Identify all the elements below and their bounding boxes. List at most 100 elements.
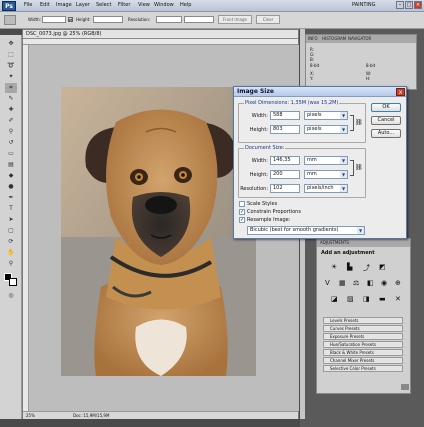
resolution-field[interactable] — [156, 16, 182, 23]
blur-tool-icon[interactable]: ◆ — [5, 171, 17, 181]
constrain-proportions-label: Constrain Proportions — [247, 209, 301, 215]
resample-image-checkbox[interactable]: ✓ — [239, 217, 245, 223]
auto-button[interactable]: Auto... — [371, 129, 401, 138]
resolution-unit-select[interactable] — [184, 16, 214, 23]
zoom-tool-icon[interactable]: ⚲ — [5, 259, 17, 269]
move-tool-icon[interactable]: ✥ — [5, 39, 17, 49]
channel-mixer-icon[interactable]: ⊕ — [395, 279, 401, 287]
link-chain-icon: ⛓ — [355, 119, 363, 126]
clone-stamp-tool-icon[interactable]: ⚲ — [5, 127, 17, 137]
swap-icon[interactable]: ⇄ — [68, 17, 73, 22]
px-width-input[interactable]: 588 — [270, 111, 300, 120]
threshold-icon[interactable]: ◨ — [363, 295, 370, 303]
height-field[interactable] — [93, 16, 123, 23]
px-height-unit-select[interactable]: pixels ▼ — [304, 125, 348, 134]
curves-presets[interactable]: Curves Presets — [323, 325, 403, 332]
vibrance-icon[interactable]: V — [325, 279, 330, 287]
levels-presets[interactable]: Levels Presets — [323, 317, 403, 324]
workspace-switcher[interactable]: PAINTING — [352, 1, 396, 10]
exposure-icon[interactable]: ◩ — [379, 263, 386, 271]
levels-icon[interactable]: ▙ — [347, 263, 352, 271]
black-white-icon[interactable]: ◧ — [367, 279, 374, 287]
path-selection-tool-icon[interactable]: ➤ — [5, 215, 17, 225]
hue-saturation-presets[interactable]: Hue/Saturation Presets — [323, 341, 403, 348]
resample-method-select[interactable]: Bicubic (best for smooth gradients) ▼ — [247, 226, 365, 235]
resolution-unit-select[interactable]: pixels/inch ▼ — [304, 184, 348, 193]
maximize-icon[interactable]: □ — [405, 1, 413, 9]
pen-tool-icon[interactable]: ✒ — [5, 193, 17, 203]
gradient-tool-icon[interactable]: ▤ — [5, 160, 17, 170]
menu-help[interactable]: Help — [180, 2, 191, 8]
brush-tool-icon[interactable]: ✐ — [5, 116, 17, 126]
scale-styles-checkbox[interactable] — [239, 201, 245, 207]
menu-filter[interactable]: Filter — [118, 2, 130, 8]
px-height-input[interactable]: 803 — [270, 125, 300, 134]
hue-saturation-icon[interactable]: ▦ — [339, 279, 346, 287]
pixel-dimensions-label: Pixel Dimensions: 1,35M (was 15,2M) — [244, 100, 340, 106]
posterize-icon[interactable]: ▨ — [347, 295, 354, 303]
menu-select[interactable]: Select — [96, 2, 111, 8]
selective-color-icon[interactable]: ✕ — [395, 295, 401, 303]
eyedropper-tool-icon[interactable]: ✎ — [5, 94, 17, 104]
clear-button[interactable]: Clear — [256, 15, 280, 24]
doc-width-unit-select[interactable]: mm ▼ — [304, 156, 348, 165]
3d-rotate-tool-icon[interactable]: ⟳ — [5, 237, 17, 247]
brightness-icon[interactable]: ☀ — [331, 263, 337, 271]
height-label: Height: — [76, 17, 91, 22]
resample-method-value: Bicubic (best for smooth gradients) — [250, 227, 339, 233]
crop-tool-icon[interactable]: ⌗ — [5, 83, 17, 93]
menu-image[interactable]: Image — [56, 2, 72, 8]
document-size-label: Document Size: — [244, 145, 286, 151]
doc-width-input[interactable]: 146,35 — [270, 156, 300, 165]
curves-icon[interactable]: ⤴ — [363, 263, 370, 273]
width-field[interactable] — [42, 16, 66, 23]
dialog-close-icon[interactable]: x — [396, 88, 405, 96]
dodge-tool-icon[interactable]: ● — [5, 182, 17, 192]
selective-color-presets[interactable]: Selective Color Presets — [323, 365, 403, 372]
menu-layer[interactable]: Layer — [76, 2, 90, 8]
type-tool-icon[interactable]: T — [5, 204, 17, 214]
shape-tool-icon[interactable]: ▢ — [5, 226, 17, 236]
photo-filter-icon[interactable]: ◉ — [381, 279, 387, 287]
tab-info[interactable]: INFO — [308, 35, 318, 43]
window-close-icon[interactable]: × — [414, 1, 422, 9]
black-white-presets[interactable]: Black & White Presets — [323, 349, 403, 356]
front-image-button[interactable]: Front Image — [218, 15, 252, 24]
link-chain-icon: ⛓ — [355, 164, 363, 171]
background-color-swatch[interactable] — [9, 278, 17, 286]
channel-mixer-presets[interactable]: Channel Mixer Presets — [323, 357, 403, 364]
eraser-tool-icon[interactable]: ▭ — [5, 149, 17, 159]
minimize-icon[interactable]: – — [396, 1, 404, 9]
constrain-proportions-checkbox[interactable]: ✓ — [239, 209, 245, 215]
tab-histogram[interactable]: HISTOGRAM — [322, 35, 346, 43]
magic-wand-tool-icon[interactable]: ✦ — [5, 72, 17, 82]
px-width-unit-select[interactable]: pixels ▼ — [304, 111, 348, 120]
tab-adjustments[interactable]: ADJUSTMENTS — [320, 239, 349, 247]
zoom-level[interactable]: 25% — [26, 412, 35, 420]
menu-file[interactable]: File — [24, 2, 32, 8]
color-balance-icon[interactable]: ⚖ — [353, 279, 359, 287]
menu-window[interactable]: Window — [154, 2, 174, 8]
doc-height-input[interactable]: 200 — [270, 170, 300, 179]
history-brush-tool-icon[interactable]: ↺ — [5, 138, 17, 148]
doc-height-unit-select[interactable]: mm ▼ — [304, 170, 348, 179]
menu-view[interactable]: View — [138, 2, 150, 8]
marquee-tool-icon[interactable]: ⬚ — [5, 50, 17, 60]
exposure-presets[interactable]: Exposure Presets — [323, 333, 403, 340]
invert-icon[interactable]: ◪ — [331, 295, 338, 303]
tab-navigator[interactable]: NAVIGATOR — [348, 35, 371, 43]
resolution-input[interactable]: 102 — [270, 184, 300, 193]
document-tab[interactable]: DSC_0073.jpg @ 25% (RGB/8) — [23, 30, 298, 39]
hand-tool-icon[interactable]: ✋ — [5, 248, 17, 258]
resample-image-label: Resample Image: — [247, 217, 291, 223]
crop-tool-icon[interactable] — [4, 15, 16, 25]
lasso-tool-icon[interactable]: ➰ — [5, 61, 17, 71]
cancel-button[interactable]: Cancel — [371, 116, 401, 125]
gradient-map-icon[interactable]: ▬ — [379, 295, 386, 303]
panel-options-icon[interactable] — [401, 384, 409, 390]
menu-edit[interactable]: Edit — [40, 2, 50, 8]
quick-mask-icon[interactable]: ◎ — [5, 291, 17, 301]
healing-brush-tool-icon[interactable]: ✚ — [5, 105, 17, 115]
doc-link-bracket — [350, 160, 354, 176]
ok-button[interactable]: OK — [371, 103, 401, 112]
